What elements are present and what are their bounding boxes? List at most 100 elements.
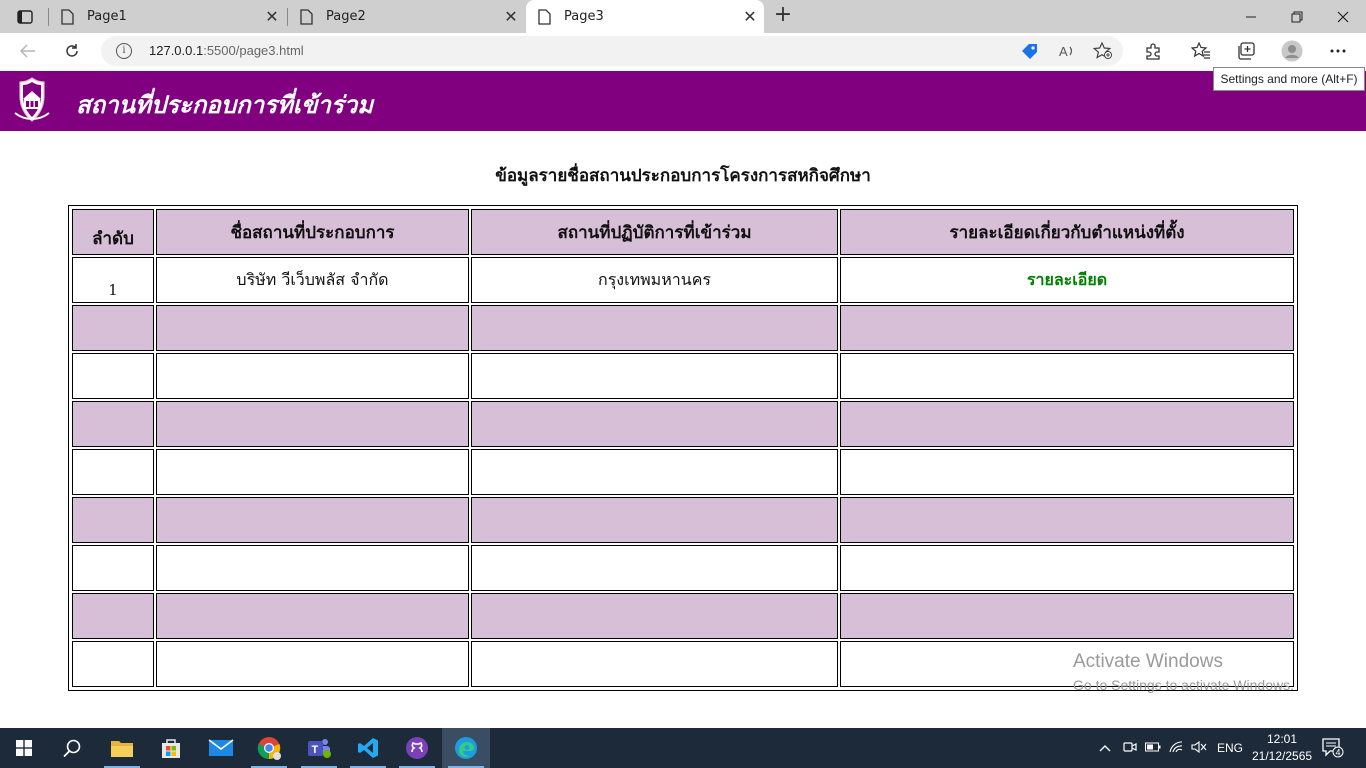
search-icon[interactable] — [48, 728, 96, 768]
info-icon[interactable]: i — [116, 43, 132, 59]
extensions-icon[interactable] — [1138, 38, 1168, 64]
teams-icon[interactable]: T — [295, 728, 343, 768]
chrome-icon[interactable] — [245, 728, 293, 768]
table-row: 1 บริษัท วีเว็บพลัส จำกัด กรุงเทพมหานคร … — [72, 257, 1294, 303]
column-header-name: ชื่อสถานที่ประกอบการ — [156, 209, 469, 255]
wifi-icon[interactable] — [1169, 740, 1183, 756]
system-tray: ENG — [1097, 728, 1243, 768]
chevron-up-icon[interactable] — [1097, 741, 1113, 755]
page-icon — [538, 8, 551, 25]
cell-name — [156, 545, 469, 591]
table-row — [72, 545, 1294, 591]
cell-location — [471, 497, 838, 543]
restore-button[interactable] — [1274, 0, 1320, 33]
tab-page3[interactable]: Page3 ✕ — [526, 0, 764, 33]
back-button[interactable] — [13, 38, 43, 64]
table-header-row: ลำดับ ชื่อสถานที่ประกอบการ สถานที่ปฏิบัต… — [72, 209, 1294, 255]
settings-tooltip: Settings and more (Alt+F) — [1213, 67, 1365, 91]
page-icon — [61, 8, 74, 25]
collections-icon[interactable] — [1231, 38, 1261, 64]
table-row — [72, 497, 1294, 543]
table-row — [72, 593, 1294, 639]
close-icon[interactable]: ✕ — [736, 7, 764, 26]
windows-logo-icon — [16, 740, 32, 756]
url-text[interactable]: 127.0.0.1:5500/page3.html — [149, 43, 304, 58]
input-language[interactable]: ENG — [1217, 741, 1243, 755]
cell-name — [156, 401, 469, 447]
cell-detail — [840, 305, 1294, 351]
column-header-order: ลำดับ — [72, 209, 154, 255]
close-window-button[interactable] — [1320, 0, 1366, 33]
volume-muted-icon[interactable] — [1191, 740, 1207, 756]
tab-actions-icon[interactable] — [8, 5, 42, 29]
mail-icon[interactable] — [197, 728, 245, 768]
clock-date: 21/12/2565 — [1252, 749, 1313, 763]
new-tab-button[interactable]: + — [770, 4, 796, 28]
browser-tab-strip: Page1 ✕ Page2 ✕ Page3 ✕ + — [0, 0, 1366, 33]
battery-icon[interactable] — [1145, 741, 1161, 755]
cell-detail — [840, 353, 1294, 399]
cell-location — [471, 401, 838, 447]
vscode-icon[interactable] — [344, 728, 392, 768]
page-icon — [300, 8, 313, 25]
address-bar[interactable]: i 127.0.0.1:5500/page3.html A — [101, 36, 1123, 66]
file-explorer-icon[interactable] — [98, 728, 146, 768]
close-icon[interactable]: ✕ — [497, 7, 525, 26]
watermark-title: Activate Windows — [1073, 651, 1223, 672]
tab-page1[interactable]: Page1 ✕ — [49, 0, 286, 33]
content-title: ข้อมูลรายชื่อสถานประกอบการโครงการสหกิจศึ… — [495, 166, 871, 186]
cell-name — [156, 353, 469, 399]
detail-link[interactable]: รายละเอียด — [1027, 270, 1107, 289]
favorites-icon[interactable] — [1186, 38, 1216, 64]
cell-name — [156, 593, 469, 639]
settings-more-button[interactable] — [1323, 38, 1353, 64]
activate-windows-watermark: Activate Windows Go to Settings to activ… — [1073, 651, 1294, 693]
cell-detail: รายละเอียด — [840, 257, 1294, 303]
tab-page2[interactable]: Page2 ✕ — [288, 0, 525, 33]
column-header-detail: รายละเอียดเกี่ยวกับตำแหน่งที่ตั้ง — [840, 209, 1294, 255]
clock-time: 12:01 — [1266, 732, 1298, 746]
cell-location — [471, 353, 838, 399]
cell-name: บริษัท วีเว็บพลัส จำกัด — [156, 257, 469, 303]
cell-name — [156, 641, 469, 687]
company-table: ลำดับ ชื่อสถานที่ประกอบการ สถานที่ปฏิบัต… — [68, 205, 1298, 691]
cell-order — [72, 593, 154, 639]
read-aloud-icon[interactable]: A — [1058, 43, 1076, 59]
edge-icon[interactable] — [442, 728, 490, 768]
cell-name — [156, 305, 469, 351]
cell-detail — [840, 401, 1294, 447]
university-logo — [14, 77, 50, 122]
watermark-subtitle: Go to Settings to activate Windows. — [1073, 677, 1294, 693]
cell-order — [72, 305, 154, 351]
start-button[interactable] — [0, 728, 48, 768]
cell-name — [156, 497, 469, 543]
table-row — [72, 305, 1294, 351]
github-desktop-icon[interactable] — [393, 728, 441, 768]
profile-avatar[interactable] — [1277, 38, 1307, 64]
cell-order — [72, 497, 154, 543]
refresh-button[interactable] — [57, 38, 87, 64]
cell-location: กรุงเทพมหานคร — [471, 257, 838, 303]
cell-detail — [840, 545, 1294, 591]
close-icon[interactable]: ✕ — [258, 7, 286, 26]
cell-order — [72, 401, 154, 447]
table-row — [72, 449, 1294, 495]
browser-toolbar: i 127.0.0.1:5500/page3.html A — [0, 33, 1366, 70]
notification-center-icon[interactable]: 4 — [1322, 728, 1346, 768]
minimize-button[interactable] — [1228, 0, 1274, 33]
meet-now-icon[interactable] — [1123, 740, 1137, 757]
add-favorite-icon[interactable] — [1093, 42, 1113, 60]
svg-text:T: T — [312, 744, 319, 756]
cell-detail — [840, 449, 1294, 495]
coupon-tag-icon[interactable] — [1021, 43, 1039, 59]
taskbar-clock[interactable]: 12:01 21/12/2565 — [1252, 731, 1312, 765]
cell-location — [471, 545, 838, 591]
tab-title: Page2 — [326, 9, 366, 24]
tab-title: Page3 — [564, 9, 604, 24]
tab-title: Page1 — [87, 9, 127, 24]
page-header-title: สถานที่ประกอบการที่เข้าร่วม — [76, 91, 374, 119]
cell-location — [471, 641, 838, 687]
table-row — [72, 353, 1294, 399]
cell-order — [72, 353, 154, 399]
microsoft-store-icon[interactable] — [147, 728, 195, 768]
